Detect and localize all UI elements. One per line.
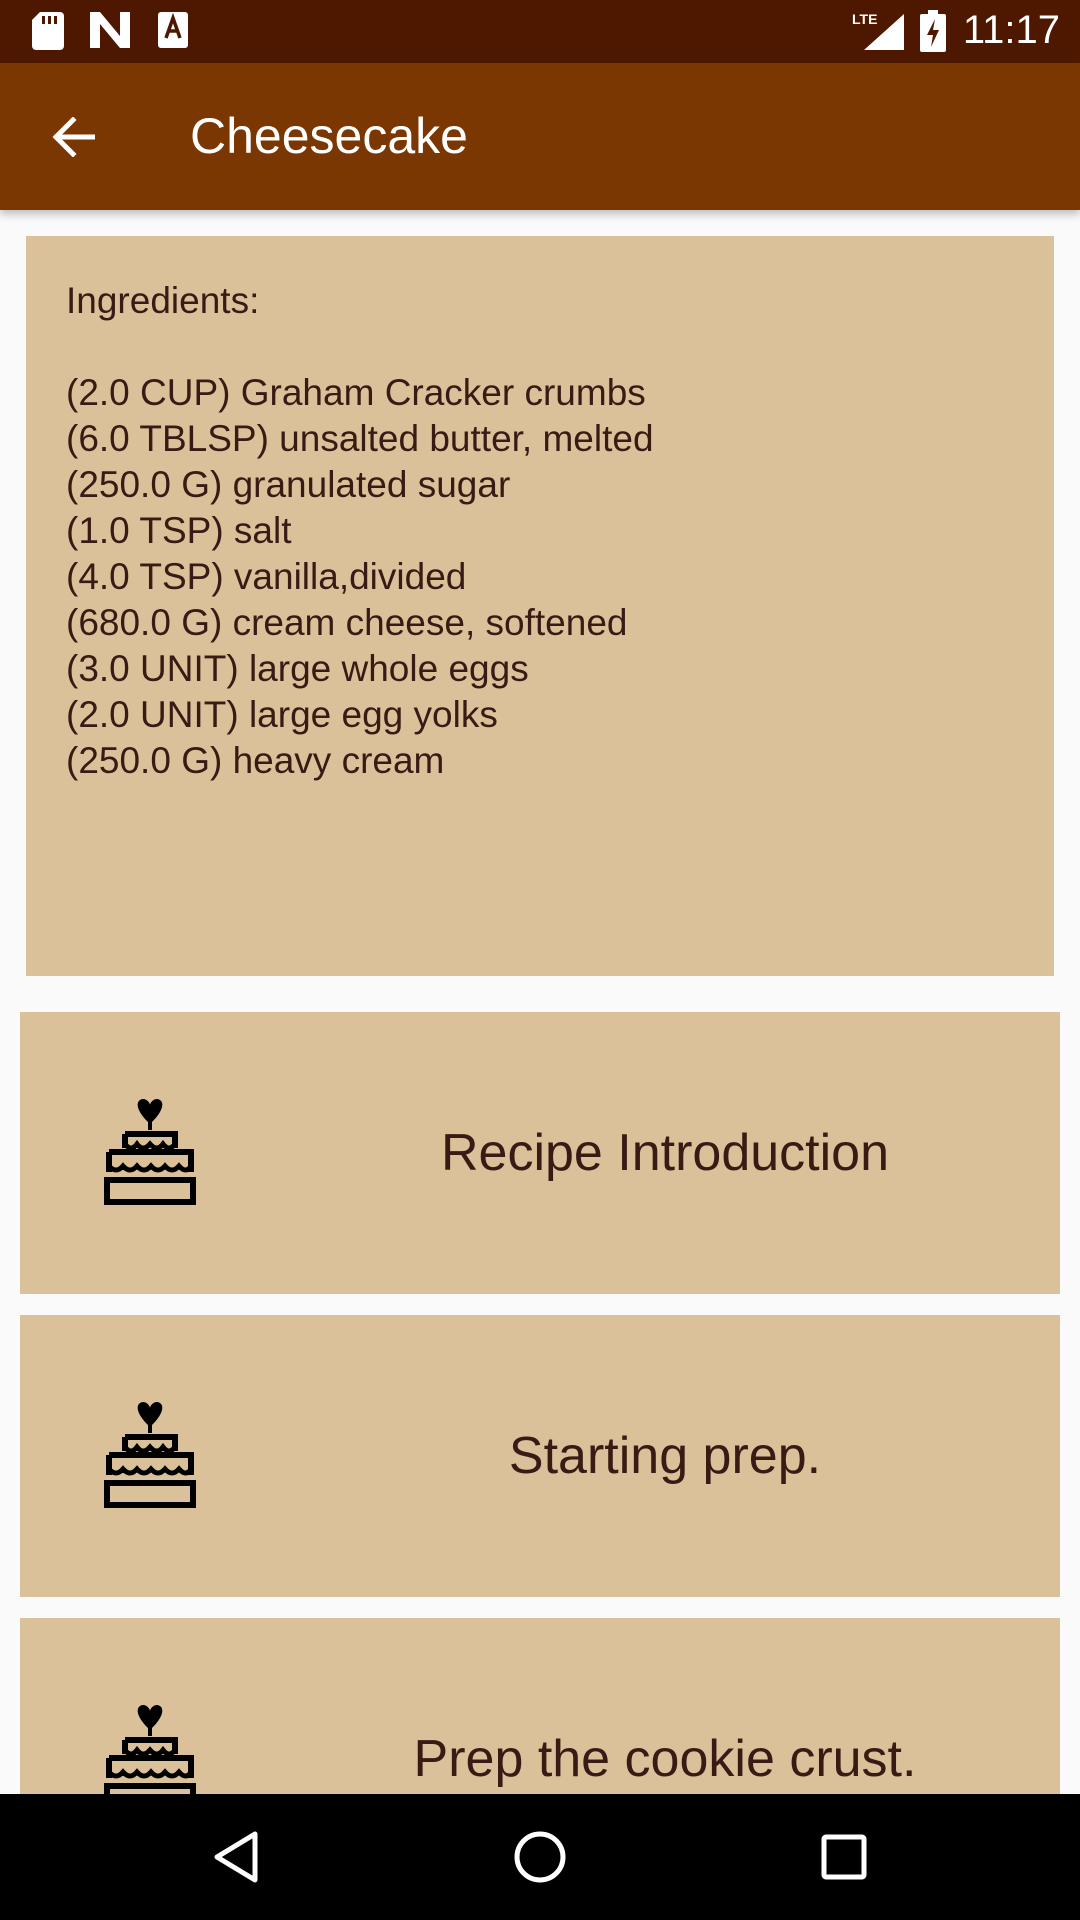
nav-back-button[interactable] xyxy=(196,1819,276,1899)
ingredient-item: (1.0 TSP) salt xyxy=(66,510,292,551)
ingredients-card: Ingredients: (2.0 CUP) Graham Cracker cr… xyxy=(26,236,1054,976)
recents-square-icon xyxy=(821,1834,867,1884)
step-card-recipe-introduction[interactable]: Recipe Introduction xyxy=(20,1012,1060,1294)
back-button[interactable] xyxy=(35,101,111,177)
a-notification-icon xyxy=(158,12,188,52)
ingredient-item: (2.0 CUP) Graham Cracker crumbs xyxy=(66,372,646,413)
nav-recents-button[interactable] xyxy=(804,1819,884,1899)
cake-icon xyxy=(95,1702,245,1794)
home-circle-icon xyxy=(513,1830,567,1888)
nav-home-button[interactable] xyxy=(500,1819,580,1899)
clock-time: 11:17 xyxy=(962,8,1060,52)
cake-icon xyxy=(95,1096,245,1206)
ingredient-item: (250.0 G) granulated sugar xyxy=(66,464,511,505)
step-label: Recipe Introduction xyxy=(440,1124,890,1182)
ingredient-item: (2.0 UNIT) large egg yolks xyxy=(66,694,498,735)
step-label: Starting prep. xyxy=(508,1427,822,1485)
step-label: Prep the cookie crust. xyxy=(413,1730,917,1788)
cake-icon xyxy=(95,1399,245,1509)
page-title: Cheesecake xyxy=(190,108,468,164)
ingredient-item: (250.0 G) heavy cream xyxy=(66,740,445,781)
ingredients-heading: Ingredients: xyxy=(66,280,260,321)
lte-signal-icon: LTE xyxy=(852,10,904,54)
app-bar: Cheesecake xyxy=(0,63,1080,210)
back-triangle-icon xyxy=(211,1830,261,1888)
n-notification-icon xyxy=(90,12,130,52)
step-card-starting-prep[interactable]: Starting prep. xyxy=(20,1315,1060,1597)
recipe-content[interactable]: Ingredients: (2.0 CUP) Graham Cracker cr… xyxy=(0,210,1080,1794)
arrow-back-icon xyxy=(51,116,96,161)
ingredient-item: (680.0 G) cream cheese, softened xyxy=(66,602,628,643)
battery-charging-icon xyxy=(920,10,946,56)
step-card-prep-cookie-crust[interactable]: Prep the cookie crust. xyxy=(20,1618,1060,1794)
ingredient-item: (3.0 UNIT) large whole eggs xyxy=(66,648,529,689)
ingredient-item: (6.0 TBLSP) unsalted butter, melted xyxy=(66,418,654,459)
system-nav-bar xyxy=(0,1794,1080,1920)
svg-text:LTE: LTE xyxy=(852,11,877,27)
sd-card-icon xyxy=(32,12,64,54)
status-bar: LTE 11:17 xyxy=(0,0,1080,63)
ingredient-item: (4.0 TSP) vanilla,divided xyxy=(66,556,467,597)
